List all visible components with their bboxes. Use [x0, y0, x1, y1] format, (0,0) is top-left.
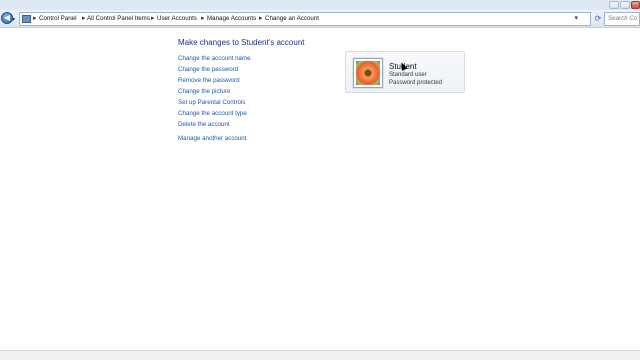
change-account-name-link[interactable]: Change the account name	[178, 55, 251, 62]
breadcrumb-separator-icon[interactable]: ▸	[33, 14, 37, 22]
title-bar	[0, 0, 640, 10]
refresh-icon[interactable]: ⟳	[593, 14, 603, 24]
remove-password-link[interactable]: Remove the password	[178, 77, 240, 84]
change-account-type-link[interactable]: Change the account type	[178, 110, 247, 117]
breadcrumb-separator-icon[interactable]: ▸	[82, 14, 86, 22]
close-icon[interactable]	[631, 1, 640, 9]
page-title: Make changes to Student's account	[178, 38, 305, 47]
flower-account-picture	[356, 61, 380, 85]
navigation-bar: ◀ ▾ ▸ Control Panel ▸ All Control Panel …	[0, 10, 640, 28]
parental-controls-link[interactable]: Set up Parental Controls	[178, 99, 245, 106]
change-account-window: ◀ ▾ ▸ Control Panel ▸ All Control Panel …	[0, 0, 640, 360]
delete-account-link[interactable]: Delete the account	[178, 121, 230, 128]
account-type: Standard user	[389, 72, 427, 78]
account-password-status: Password protected	[389, 80, 443, 86]
manage-another-account-link[interactable]: Manage another account	[178, 135, 246, 142]
search-placeholder: Search Co	[608, 15, 638, 22]
status-bar	[0, 350, 640, 360]
address-dropdown-icon[interactable]: ▾	[574, 14, 578, 22]
maximize-icon[interactable]	[620, 1, 630, 9]
breadcrumb-all-items[interactable]: All Control Panel Items	[87, 15, 150, 22]
breadcrumb-change-account[interactable]: Change an Account	[265, 15, 319, 22]
breadcrumb-separator-icon[interactable]: ▸	[259, 14, 263, 22]
account-picture-frame	[353, 58, 383, 88]
address-bar[interactable]: ▸ Control Panel ▸ All Control Panel Item…	[19, 12, 591, 26]
breadcrumb-control-panel[interactable]: Control Panel	[39, 15, 77, 22]
change-password-link[interactable]: Change the password	[178, 66, 238, 73]
breadcrumb-separator-icon[interactable]: ▸	[151, 14, 155, 22]
change-picture-link[interactable]: Change the picture	[178, 88, 230, 95]
recent-pages-dropdown-icon[interactable]: ▾	[12, 16, 15, 23]
breadcrumb-user-accounts[interactable]: User Accounts	[157, 15, 197, 22]
minimize-icon[interactable]	[609, 1, 619, 9]
search-input[interactable]: Search Co	[604, 12, 640, 26]
breadcrumb-manage-accounts[interactable]: Manage Accounts	[207, 15, 256, 22]
breadcrumb-separator-icon[interactable]: ▸	[201, 14, 205, 22]
user-account-card: Student Standard user Password protected	[345, 51, 465, 93]
control-panel-icon	[22, 15, 31, 23]
